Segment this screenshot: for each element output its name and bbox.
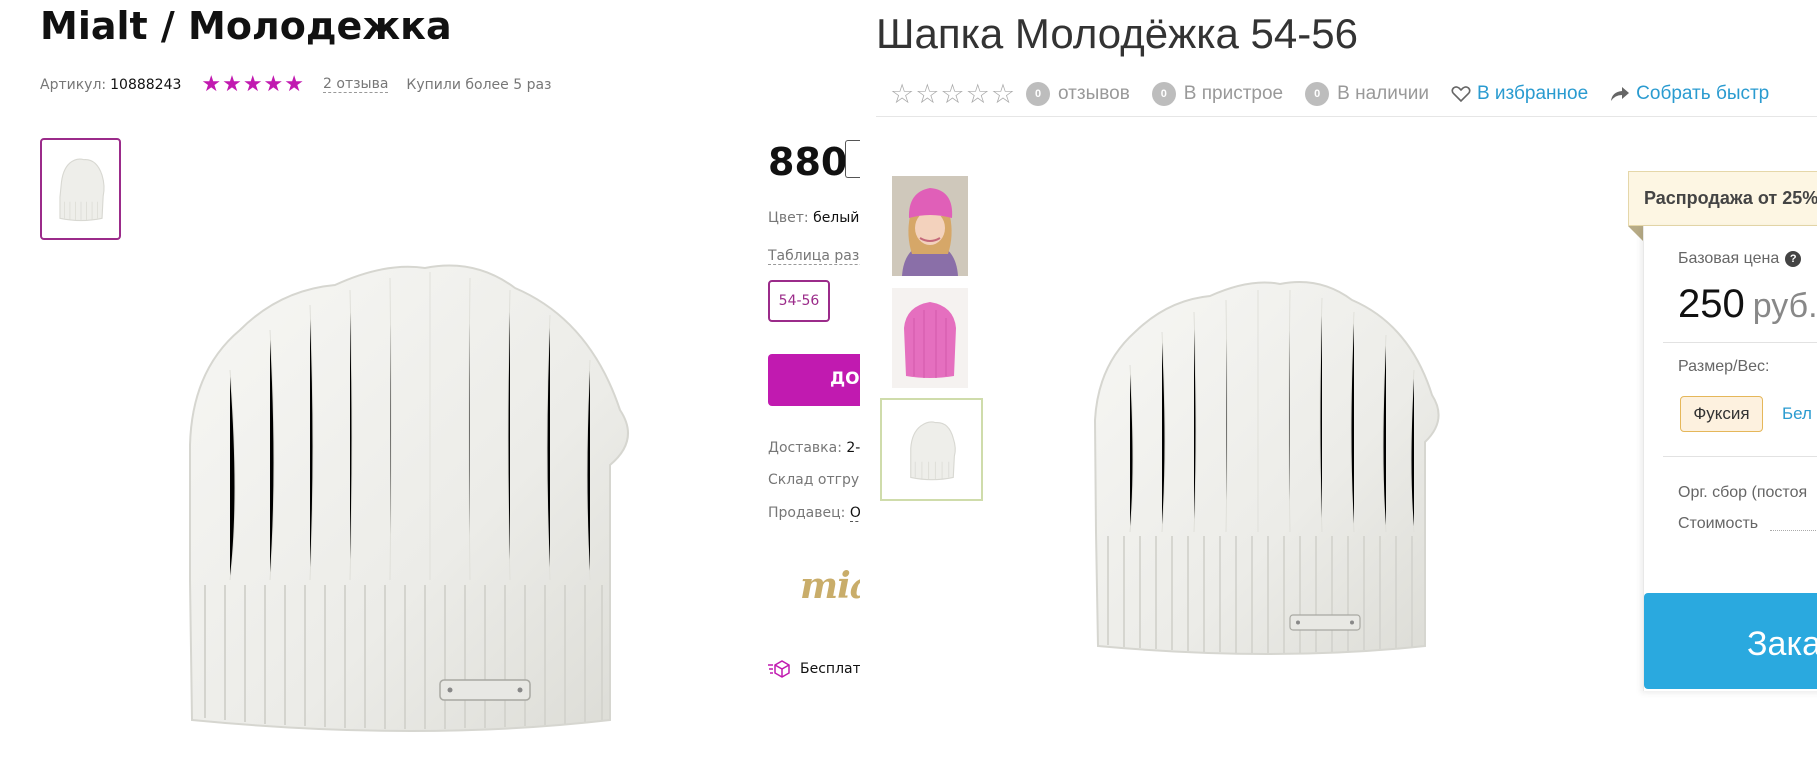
help-icon[interactable]: ? [1785, 251, 1802, 267]
size-label: Размер/Вес: [1678, 358, 1770, 375]
divider [876, 116, 1817, 117]
collect-label: Собрать быстр [1636, 83, 1770, 104]
price-currency: руб. [1752, 287, 1817, 325]
product-price: 880 [768, 140, 848, 184]
cost-dotted-leader [1770, 530, 1817, 531]
warehouse-label: Склад отгрузк [768, 472, 860, 488]
size-option-fuchsia[interactable]: Фуксия [1680, 396, 1763, 432]
bought-count: Купили более 5 раз [406, 76, 552, 93]
sku-label: Артикул: [40, 76, 107, 93]
collect-quick-link[interactable]: Собрать быстр [1610, 83, 1769, 105]
seller-link[interactable]: Об [849, 505, 860, 522]
white-hat-image [909, 420, 956, 480]
color-label: Цвет: [768, 210, 809, 226]
add-to-cart-button[interactable]: ДОБ [768, 354, 860, 406]
instock-item[interactable]: 0 В наличии [1305, 82, 1429, 106]
qr-code-icon[interactable] [845, 140, 860, 178]
delivery-value: 2-4 [846, 440, 860, 456]
order-button[interactable]: Зака [1644, 593, 1817, 689]
base-price-label: Базовая цена [1678, 250, 1780, 267]
instock-label: В наличии [1337, 83, 1429, 104]
pristroy-label: В пристрое [1183, 83, 1284, 104]
product-hat-image [189, 264, 629, 732]
reviews-link[interactable]: 2 отзыва [323, 76, 389, 93]
delivery-row: Доставка: 2-4 [768, 440, 860, 456]
free-delivery-row: Бесплатн [768, 660, 860, 678]
reviews-label: отзывов [1058, 83, 1130, 104]
sale-banner: Распродажа от 25% [1628, 171, 1817, 226]
product-thumbnail[interactable] [40, 138, 121, 240]
thumbnail-white-hat[interactable] [880, 398, 983, 501]
thumbnail-girl-photo[interactable] [892, 176, 968, 276]
price-row: 250 руб. [1678, 282, 1817, 327]
org-fee-label: Орг. сбор (постоя [1678, 484, 1808, 501]
product-hat-image [1093, 281, 1440, 655]
base-price-label-row: Базовая цена ? [1678, 250, 1802, 268]
size-table-link[interactable]: Таблица разме [768, 248, 860, 265]
favorites-label: В избранное [1476, 83, 1589, 104]
thumbnail-pink-hat[interactable] [892, 288, 968, 388]
size-option-white[interactable]: Бел [1782, 404, 1812, 424]
divider [1663, 342, 1817, 343]
reviews-count-badge: 0 [1026, 82, 1051, 106]
left-product-page: Mialt / Молодежка Артикул: 10888243 ★★★★… [0, 0, 860, 760]
page-title: Шапка Молодёжка 54-56 [876, 10, 1358, 57]
color-row: Цвет: белый [768, 210, 859, 226]
heart-icon [1451, 86, 1471, 103]
price-value: 250 [1678, 282, 1745, 326]
page-title: Mialt / Молодежка [40, 4, 452, 48]
share-arrow-icon [1611, 87, 1630, 101]
pristroy-item[interactable]: 0 В пристрое [1151, 82, 1284, 106]
size-option-button[interactable]: 54-56 [768, 280, 830, 322]
color-value: белый [813, 210, 860, 226]
brand-logo[interactable]: mialt [800, 565, 860, 607]
reviews-item[interactable]: 0 отзывов [1026, 82, 1130, 106]
rating-stars-icon: ★★★★★ [201, 72, 306, 97]
sku-value: 10888243 [110, 76, 182, 93]
free-delivery-label: Бесплатн [800, 661, 860, 677]
delivery-box-icon [768, 660, 790, 678]
right-product-page: Шапка Молодёжка 54-56 ☆☆☆☆☆ 0 отзывов 0 … [860, 0, 1817, 760]
add-to-favorites-link[interactable]: В избранное [1451, 83, 1588, 105]
seller-row: Продавец: Об [768, 505, 860, 522]
pink-hat-image [892, 288, 968, 388]
rating-stars-icon[interactable]: ☆☆☆☆☆ [890, 79, 1016, 110]
divider [1663, 456, 1817, 457]
delivery-label: Доставка: [768, 440, 842, 456]
cost-label: Стоимость [1678, 515, 1759, 532]
product-meta-bar: ☆☆☆☆☆ 0 отзывов 0 В пристрое 0 В наличии… [890, 77, 1769, 111]
hat-thumbnail-image [58, 158, 105, 222]
product-meta: Артикул: 10888243 ★★★★★ 2 отзыва Купили … [40, 72, 552, 97]
sale-banner-fold [1628, 226, 1643, 241]
instock-count-badge: 0 [1305, 82, 1330, 106]
seller-label: Продавец: [768, 505, 846, 521]
girl-in-pink-hat-image [892, 176, 968, 276]
pristroy-count-badge: 0 [1151, 82, 1176, 106]
